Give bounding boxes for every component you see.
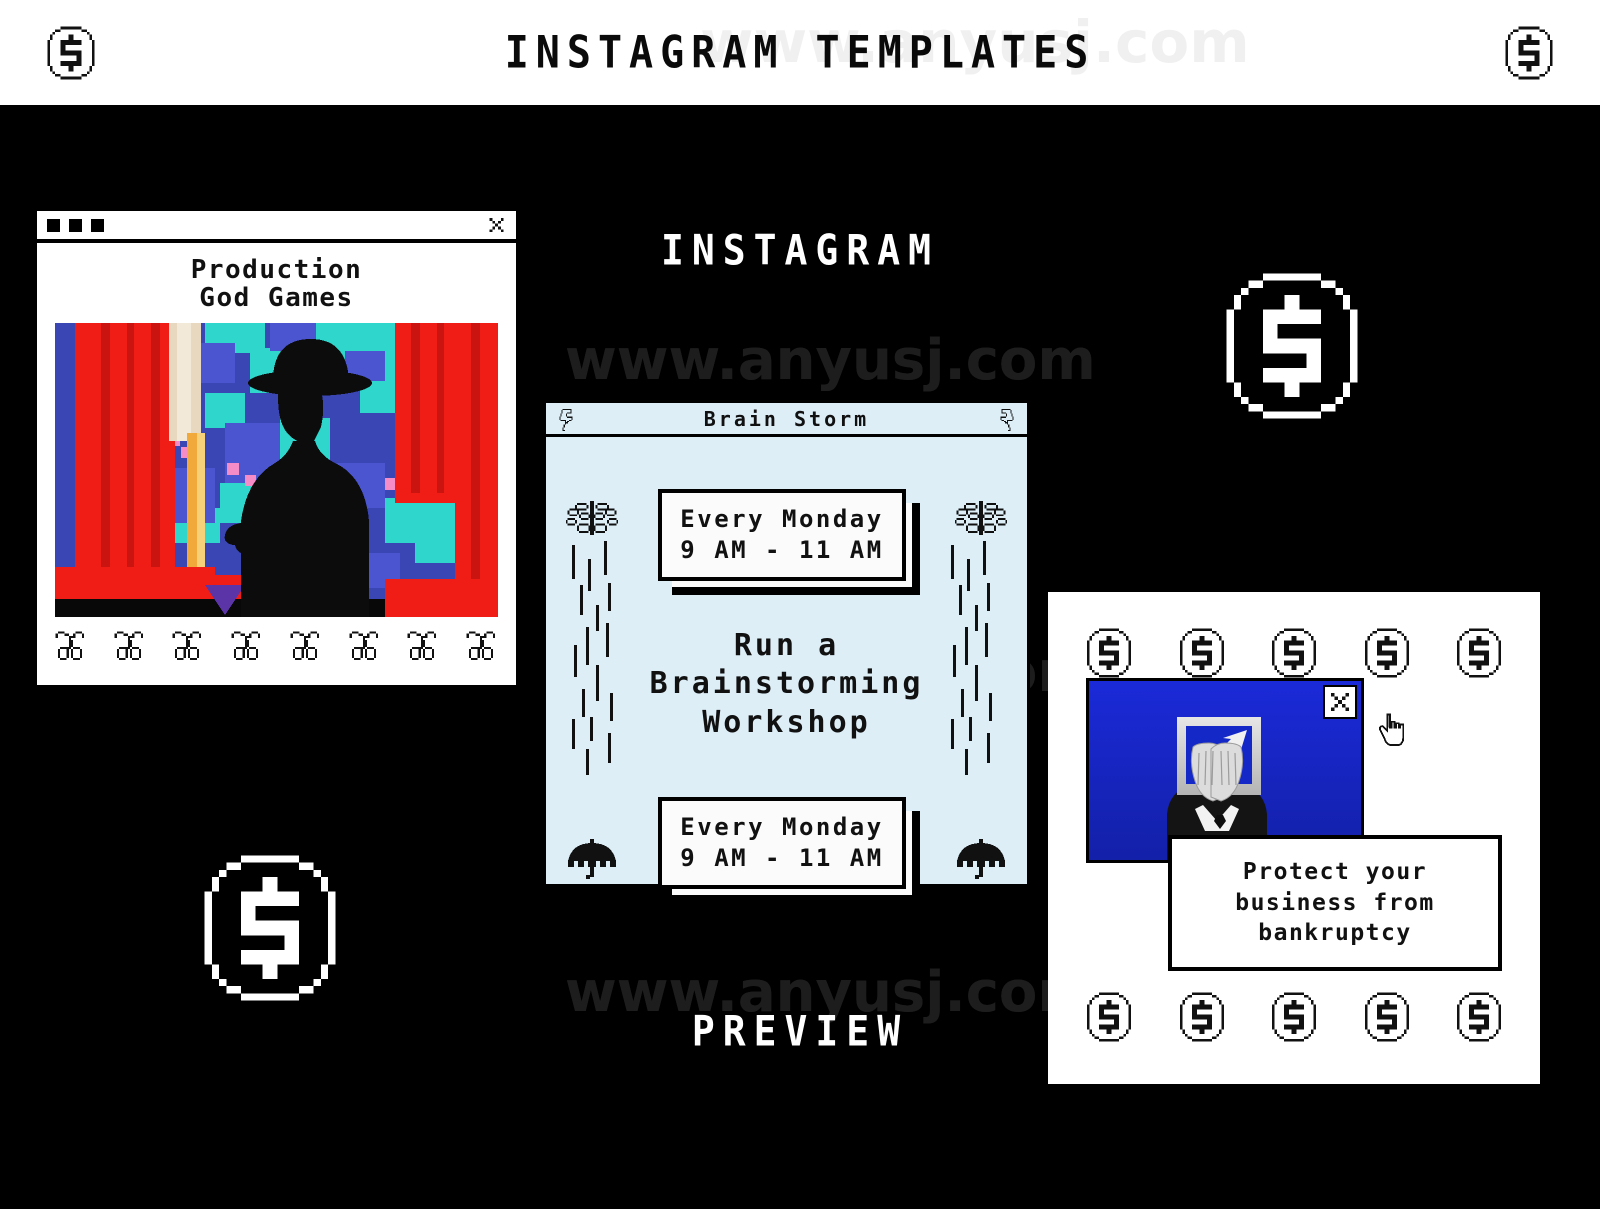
- close-x-icon[interactable]: [1323, 685, 1357, 719]
- cherry-icon: [225, 627, 269, 671]
- dollar-coin-icon: [1082, 626, 1136, 680]
- dollar-coin-icon: [1267, 990, 1321, 1044]
- window-dot: [47, 218, 60, 232]
- lightning-bolt-icon: [994, 408, 1018, 432]
- dollar-coin-icon: [1267, 626, 1321, 680]
- message-line-2: business from: [1235, 889, 1435, 916]
- dollar-coin-icon: [42, 24, 100, 82]
- schedule-box-top: Every Monday 9 AM - 11 AM: [658, 489, 906, 581]
- window-titlebar: Brain Storm: [546, 403, 1027, 437]
- window-dot: [69, 218, 82, 232]
- message-box-bankruptcy: Protect your business from bankruptcy: [1168, 835, 1502, 971]
- cherry-icon: [401, 627, 445, 671]
- umbrella-icon: [953, 837, 1009, 881]
- card-heading: Production God Games: [37, 243, 516, 323]
- dollar-coin-icon: [1452, 626, 1506, 680]
- template-card-production[interactable]: Production God Games: [33, 207, 520, 689]
- close-x-icon[interactable]: [488, 217, 505, 234]
- dollar-coin-icon: [1500, 24, 1558, 82]
- headline-line-1: Run a: [733, 628, 840, 663]
- cherry-icon: [284, 627, 328, 671]
- cherry-icon: [49, 627, 93, 671]
- window-title: Brain Storm: [703, 406, 870, 431]
- headline-line-2: Brainstorming: [649, 666, 924, 702]
- headline-line-3: Workshop: [702, 704, 871, 740]
- hand-pointer-cursor-icon: [1378, 710, 1408, 748]
- window-dot: [91, 218, 104, 232]
- window-dots: [47, 218, 104, 232]
- dollar-coin-icon: [1360, 626, 1414, 680]
- cherry-icon: [343, 627, 387, 671]
- cherry-icon-row: [37, 617, 516, 671]
- umbrella-icon: [564, 837, 620, 881]
- poster-canvas: INSTAGRAM TEMPLATES www.anyusj.com www.a…: [0, 0, 1600, 1209]
- dollar-coin-icon: [1175, 990, 1229, 1044]
- page-header: INSTAGRAM TEMPLATES: [0, 0, 1600, 105]
- dollar-coin-icon: [1360, 990, 1414, 1044]
- coin-row-top: [1082, 626, 1506, 680]
- card-photo-production: [55, 322, 498, 617]
- schedule-day: Every Monday: [680, 505, 884, 534]
- brain-icon: [564, 499, 620, 537]
- message-line-3: bankruptcy: [1258, 920, 1412, 947]
- message-line-1: Protect your: [1242, 859, 1428, 886]
- card-heading-line-1: Production: [190, 255, 363, 285]
- lightning-bolt-icon: [555, 408, 579, 432]
- template-card-brainstorm[interactable]: Brain Storm Every Monday 9 AM - 11 AM Ru…: [543, 400, 1030, 889]
- page-title: INSTAGRAM TEMPLATES: [504, 26, 1096, 79]
- schedule-day: Every Monday: [680, 813, 884, 842]
- dollar-coin-icon: [1175, 626, 1229, 680]
- schedule-time: 9 AM - 11 AM: [680, 536, 884, 564]
- dollar-coin-icon: [190, 848, 350, 1008]
- coin-row-bottom: [1082, 990, 1506, 1044]
- card-headline-brainstorm: Run a Brainstorming Workshop: [546, 627, 1027, 742]
- dollar-coin-icon: [1212, 266, 1372, 426]
- cherry-icon: [166, 627, 210, 671]
- dollar-coin-icon: [1452, 990, 1506, 1044]
- watermark: www.anyusj.com: [565, 328, 1096, 393]
- dollar-coin-icon: [1082, 990, 1136, 1044]
- cherry-icon: [460, 627, 504, 671]
- brain-icon: [953, 499, 1009, 537]
- cherry-icon: [108, 627, 152, 671]
- schedule-box-bottom: Every Monday 9 AM - 11 AM: [658, 797, 906, 889]
- template-card-bankruptcy[interactable]: Protect your business from bankruptcy: [1048, 592, 1540, 1084]
- card-body-brainstorm: Every Monday 9 AM - 11 AM Run a Brainsto…: [546, 437, 1027, 889]
- card-heading-line-2: God Games: [199, 282, 354, 313]
- window-titlebar: [37, 211, 516, 243]
- schedule-time: 9 AM - 11 AM: [680, 844, 884, 872]
